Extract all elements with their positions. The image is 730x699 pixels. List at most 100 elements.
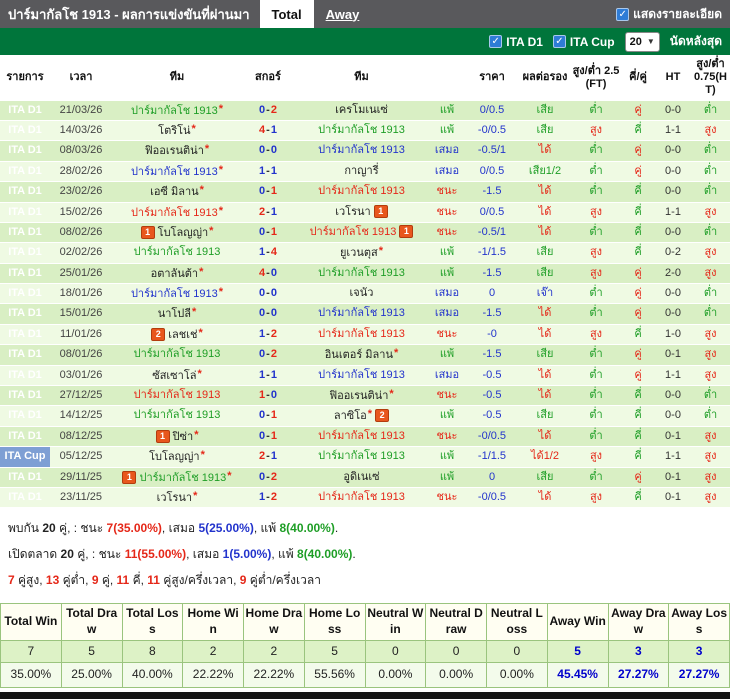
away-team-cell: อูดิเนเซ่ xyxy=(294,467,429,488)
date-cell: 05/12/25 xyxy=(50,446,112,468)
summary-segment: , เสมอ xyxy=(161,521,199,536)
home-team-star: * xyxy=(194,428,199,441)
show-details-checkbox[interactable]: ✓ xyxy=(616,7,630,21)
score-right: 0 xyxy=(270,266,277,279)
league-cell: ITA D1 xyxy=(0,120,50,142)
team-name: ปาร์มากัลโช 1913 xyxy=(139,471,227,484)
over-under-ht-cell: สูง xyxy=(691,426,730,448)
score-right: 1 xyxy=(270,368,277,381)
handicap-result-cell: เสีย xyxy=(519,242,571,264)
handicap-result-cell: เสีย xyxy=(519,263,571,285)
price-cell: -0/0.5 xyxy=(465,487,519,509)
home-team-cell: ปาร์มากัลโช 1913* xyxy=(112,202,242,223)
team-name: ปาร์มากัลโช 1913 xyxy=(318,490,405,503)
handicap-result-cell: เสีย xyxy=(519,344,571,366)
odd-even-cell: คี่ xyxy=(621,426,655,448)
score-cell: 1-0 xyxy=(242,385,294,407)
ita-cup-checkbox[interactable]: ✓ xyxy=(552,35,566,48)
tab-away[interactable]: Away xyxy=(314,0,372,28)
league-cell: ITA D1 xyxy=(0,283,50,305)
home-team-star: * xyxy=(227,469,232,482)
date-cell: 14/03/26 xyxy=(50,120,112,142)
stats-table: Total Win Total Draw Total Loss Home Win Hom… xyxy=(0,603,730,688)
price-cell: -1.5 xyxy=(465,263,519,285)
tab-total[interactable]: Total xyxy=(259,0,314,28)
match-table-body: ITA D1 21/03/26 ปาร์มากัลโช 1913* 0-2 เครโมเ… xyxy=(0,100,730,509)
stats-column-header: Home Win xyxy=(182,603,244,641)
score-cell: 0-0 xyxy=(242,140,294,162)
away-team-cell: ปาร์มากัลโช 1913 xyxy=(294,446,429,468)
match-count-select[interactable]: 20 ▼ xyxy=(624,31,660,52)
over-under-ht-cell: ต่ำ xyxy=(691,303,730,325)
handicap-result-cell: ได้ xyxy=(519,365,571,387)
handicap-result-cell: เสีย xyxy=(519,405,571,427)
over-under-ht-cell: ต่ำ xyxy=(691,222,730,244)
ht-score-cell: 0-0 xyxy=(655,222,691,244)
match-table-header-row: รายการ เวลา ทีม สกอร์ ทีม ราคา ผลต่อรอง สูง/ต่ำ… xyxy=(0,55,730,101)
over-under-ft-cell: ต่ำ xyxy=(571,100,621,121)
league-cell: ITA D1 xyxy=(0,222,50,244)
show-details-toggle[interactable]: ✓ แสดงรายละเอียด xyxy=(616,0,730,28)
team-name: ฟิออเรนติน่า xyxy=(144,145,204,158)
score-cell: 0-2 xyxy=(242,100,294,121)
stats-header-row: Total Win Total Draw Total Loss Home Win Hom… xyxy=(0,603,730,641)
date-cell: 29/11/25 xyxy=(50,467,112,488)
score-cell: 2-1 xyxy=(242,202,294,223)
home-team-star: * xyxy=(218,102,224,115)
ht-score-cell: 0-1 xyxy=(655,487,691,509)
odd-even-cell: คี่ xyxy=(621,181,655,203)
price-cell: -1/1.5 xyxy=(465,242,519,264)
summary-segment: คู่, : ชนะ xyxy=(55,521,107,536)
over-under-ft-cell: ต่ำ xyxy=(571,161,621,183)
match-row: ITA D1 08/02/26 1 โบโลญญ่า* 0-1 ปาร์มากัลโช … xyxy=(0,222,730,244)
league-filter-ita-d1[interactable]: ✓ ITA D1 xyxy=(489,35,543,49)
result-cell: แพ้ xyxy=(429,120,465,142)
league-cell: ITA D1 xyxy=(0,161,50,183)
result-cell: ชนะ xyxy=(429,181,465,203)
over-under-ht-cell: สูง xyxy=(691,324,730,346)
handicap-result-cell: ได้ xyxy=(519,426,571,448)
ita-d1-label: ITA D1 xyxy=(506,34,543,49)
ita-d1-checkbox[interactable]: ✓ xyxy=(489,35,503,48)
price-cell: -1.5 xyxy=(465,181,519,203)
home-team-cell: ปาร์มากัลโช 1913* xyxy=(112,161,242,183)
team-name: ลาซิโอ xyxy=(333,410,367,423)
team-name: ปาร์มากัลโช 1913 xyxy=(130,288,218,301)
odd-even-cell: คี่ xyxy=(621,405,655,427)
column-header: HT xyxy=(655,55,691,101)
match-row: ITA D1 08/12/25 1 ปิซ่า* 0-1 ปาร์มากัลโช 191… xyxy=(0,426,730,448)
home-team-star: * xyxy=(198,326,203,339)
score-cell: 0-1 xyxy=(242,181,294,203)
team-name: ปาร์มากัลโช 1913 xyxy=(318,327,405,340)
result-cell: เสมอ xyxy=(429,161,465,183)
team-name: โบโลญญ่า xyxy=(149,451,200,464)
over-under-ft-cell: ต่ำ xyxy=(571,140,621,162)
over-under-ft-cell: ต่ำ xyxy=(571,385,621,407)
summary-segment: คู่ต่ำ/ครึ่งเวลา xyxy=(246,573,321,588)
away-team-cell: ปาร์มากัลโช 1913 1 xyxy=(294,222,429,244)
away-team-cell: อินเตอร์ มิลาน* xyxy=(294,344,429,366)
stats-percent-cell: 40.00% xyxy=(121,662,184,688)
price-cell: -1.5 xyxy=(465,303,519,325)
last-matches-label: นัดหลังสุด xyxy=(669,34,722,48)
summary-segment: คู่, : ชนะ xyxy=(73,547,125,562)
score-cell: 0-2 xyxy=(242,467,294,488)
league-filter-ita-cup[interactable]: ✓ ITA Cup xyxy=(552,35,615,49)
date-cell: 08/01/26 xyxy=(50,344,112,366)
result-cell: แพ้ xyxy=(429,405,465,427)
over-under-ft-cell: ต่ำ xyxy=(571,405,621,427)
team-name: ปาร์มากัลโช 1913 xyxy=(130,165,218,178)
away-team-cell: ปาร์มากัลโช 1913 xyxy=(294,120,429,142)
red-card-badge: 1 xyxy=(140,225,155,239)
summary-segment: . xyxy=(352,547,356,562)
red-card-badge: 1 xyxy=(399,224,414,238)
away-team-cell: ปาร์มากัลโช 1913 xyxy=(294,426,429,448)
ht-score-cell: 0-0 xyxy=(655,283,691,305)
match-row: ITA D1 03/01/26 ซัสเซาโล่* 1-1 ปาร์มากัลโช 1… xyxy=(0,365,730,387)
stats-count-cell: 0 xyxy=(364,639,427,664)
away-team-cell: ปาร์มากัลโช 1913 xyxy=(294,303,429,325)
match-table: รายการ เวลา ทีม สกอร์ ทีม ราคา ผลต่อรอง สูง/ต่ำ… xyxy=(0,55,730,509)
handicap-result-cell: ได้ xyxy=(519,303,571,325)
odd-even-cell: คู่ xyxy=(621,344,655,366)
team-name: เลชเช่ xyxy=(168,328,198,341)
